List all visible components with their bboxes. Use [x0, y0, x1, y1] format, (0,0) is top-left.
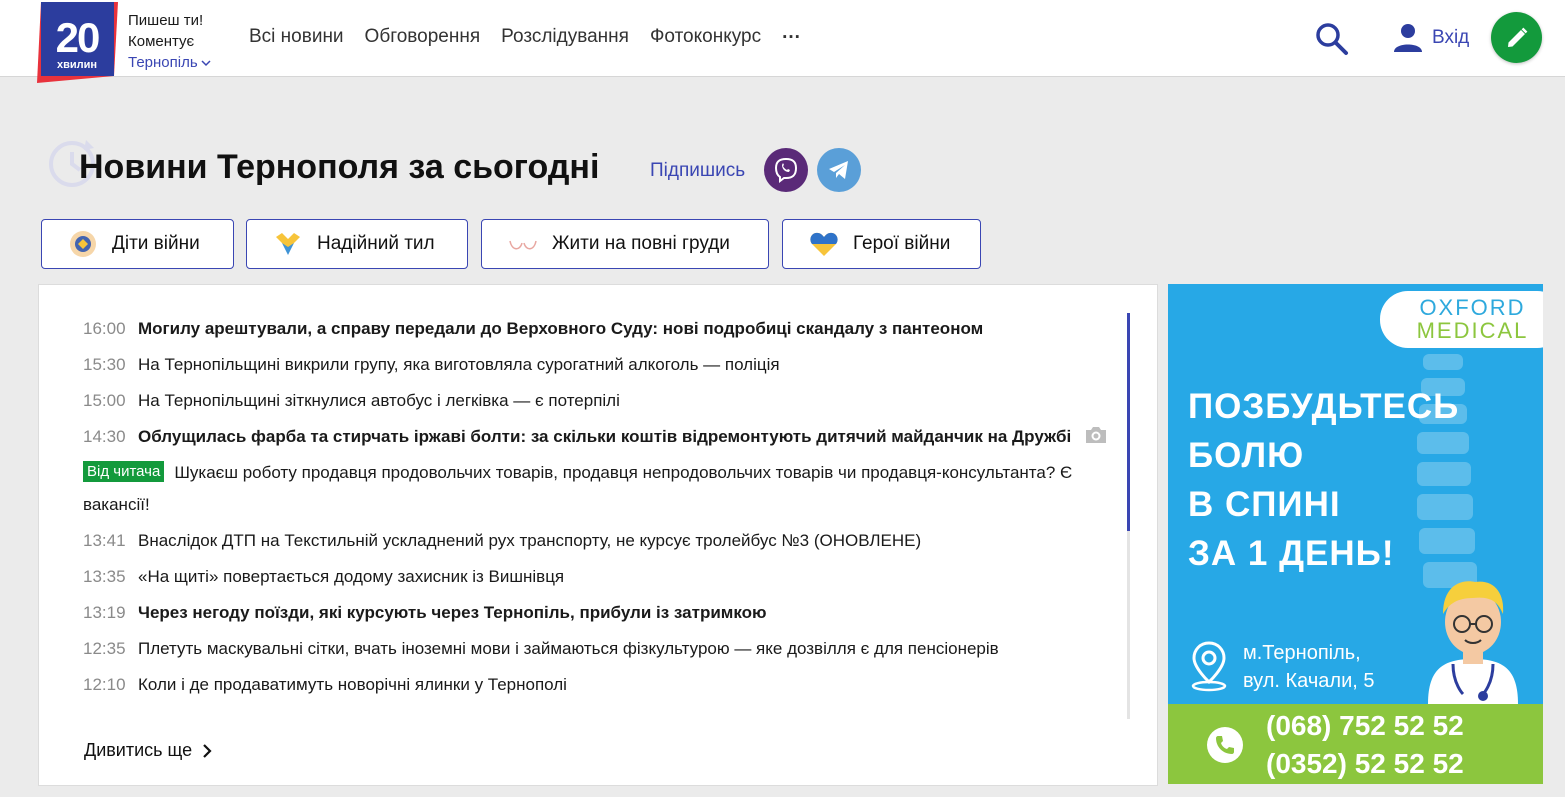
see-more-button[interactable]: Дивитись ще: [84, 740, 212, 761]
ad-headline: ПОЗБУДЬТЕСЬ БОЛЮ В СПИНІ ЗА 1 ДЕНЬ!: [1188, 382, 1459, 578]
logo-word: хвилин: [57, 59, 97, 71]
ad-address-line-2: вул. Качали, 5: [1243, 670, 1375, 692]
news-time: 14:30: [83, 427, 126, 446]
city-label: Тернопіль: [128, 54, 198, 71]
news-time: 13:19: [83, 603, 126, 622]
chevron-right-icon: [203, 743, 212, 758]
news-headline: Могилу арештували, а справу передали до …: [138, 319, 984, 338]
ad-brand-logo: OXFORD MEDICAL: [1380, 291, 1543, 348]
login-label: Вхід: [1432, 27, 1470, 48]
children-of-war-icon: [68, 229, 98, 259]
logo-number: 20: [56, 14, 99, 61]
news-time: 13:41: [83, 531, 126, 550]
news-headline: Внаслідок ДТП на Текстильній ускладнений…: [138, 531, 922, 550]
location-pin-icon: [1191, 641, 1227, 692]
viber-icon: [774, 157, 798, 183]
city-selector[interactable]: Тернопіль: [128, 52, 211, 73]
news-headline: Облущилась фарба та стирчать іржаві болт…: [138, 427, 1072, 446]
news-time: 13:35: [83, 567, 126, 586]
news-headline: Коли і де продаватимуть новорічні ялинки…: [138, 675, 567, 694]
viber-subscribe-button[interactable]: [764, 148, 808, 192]
telegram-subscribe-button[interactable]: [817, 148, 861, 192]
news-time: 16:00: [83, 319, 126, 338]
news-headline: Шукаєш роботу продавця продовольчих това…: [83, 463, 1073, 514]
nav-all-news[interactable]: Всі новини: [249, 26, 344, 48]
tag-label: Діти війни: [112, 233, 200, 254]
news-item[interactable]: 14:30 Облущилась фарба та стирчать іржаві…: [83, 421, 1123, 457]
nav-more[interactable]: ...: [782, 22, 801, 48]
news-item[interactable]: 13:19 Через негоду поїзди, які курсують ч…: [83, 597, 1123, 633]
pencil-icon: [1507, 27, 1527, 47]
slogan: Пишеш ти! Коментує Тернопіль: [128, 10, 211, 73]
news-scrollbar[interactable]: [1127, 313, 1130, 719]
login-button[interactable]: Вхід: [1392, 22, 1469, 54]
news-time: 12:10: [83, 675, 126, 694]
nav-investigations[interactable]: Розслідування: [501, 26, 629, 48]
user-icon: [1394, 24, 1422, 52]
breast-icon: [508, 229, 538, 259]
news-headline: «На щиті» повертається додому захисник і…: [138, 567, 565, 586]
ad-headline-line: БОЛЮ: [1188, 436, 1305, 475]
ad-brand-line-2: MEDICAL: [1416, 318, 1529, 343]
subscribe-label: Підпишись: [650, 160, 746, 181]
news-item[interactable]: 12:10 Коли і де продаватимуть новорічні я…: [83, 669, 1123, 705]
ad-phone-panel: (068) 752 52 52 (0352) 52 52 52: [1168, 704, 1543, 784]
tag-label: Жити на повні груди: [552, 233, 730, 254]
nav-discussions[interactable]: Обговорення: [365, 26, 481, 48]
doctor-illustration: [1428, 581, 1518, 704]
write-news-button[interactable]: [1491, 12, 1542, 63]
tag-breast-health[interactable]: Жити на повні груди: [481, 219, 769, 269]
news-time: 15:30: [83, 355, 126, 374]
slogan-line-1: Пишеш ти!: [128, 12, 204, 29]
ad-phone-2: (0352) 52 52 52: [1266, 748, 1464, 779]
reliable-rear-icon: [273, 229, 303, 259]
chevron-down-icon: [201, 59, 211, 66]
news-headline: Плетуть маскувальні сітки, вчать іноземн…: [138, 639, 999, 658]
news-list[interactable]: 16:00 Могилу арештували, а справу передал…: [83, 313, 1123, 719]
tag-children-of-war[interactable]: Діти війни: [41, 219, 234, 269]
tag-heroes-of-war[interactable]: Герої війни: [782, 219, 981, 269]
news-headline: На Тернопільщині викрили групу, яка виго…: [138, 355, 780, 374]
news-time: 12:35: [83, 639, 126, 658]
tag-label: Герої війни: [853, 233, 951, 254]
nav-photo-contest[interactable]: Фотоконкурс: [650, 26, 761, 48]
news-item[interactable]: 15:00 На Тернопільщині зіткнулися автобус…: [83, 385, 1123, 421]
ad-brand-line-1: OXFORD: [1419, 295, 1526, 320]
advertisement-banner[interactable]: OXFORD MEDICAL ПОЗБУДЬТЕСЬ БОЛЮ В СПИНІ …: [1168, 284, 1543, 784]
search-icon: [1316, 23, 1348, 55]
phone-icon: [1207, 727, 1243, 763]
camera-icon: [1086, 427, 1106, 443]
slogan-line-2: Коментує: [128, 33, 195, 50]
ad-headline-line: ПОЗБУДЬТЕСЬ: [1188, 387, 1460, 426]
news-feed: 16:00 Могилу арештували, а справу передал…: [38, 284, 1158, 786]
main-nav: Всі новини Обговорення Розслідування Фот…: [249, 22, 822, 48]
ad-address-line-1: м.Тернопіль,: [1243, 642, 1361, 664]
ukraine-heart-icon: [809, 229, 839, 259]
news-item[interactable]: 16:00 Могилу арештували, а справу передал…: [83, 313, 1123, 349]
news-item[interactable]: 12:35 Плетуть маскувальні сітки, вчать ін…: [83, 633, 1123, 669]
reader-badge: Від читача: [83, 461, 165, 482]
ad-phone-1: (068) 752 52 52: [1266, 710, 1464, 741]
news-item[interactable]: 15:30 На Тернопільщині викрили групу, яка…: [83, 349, 1123, 385]
site-logo[interactable]: 20 хвилин: [37, 2, 118, 83]
telegram-icon: [829, 161, 848, 179]
tag-reliable-rear[interactable]: Надійний тил: [246, 219, 468, 269]
news-item[interactable]: 13:41 Внаслідок ДТП на Текстильній усклад…: [83, 525, 1123, 561]
search-button[interactable]: [1313, 20, 1351, 58]
tag-label: Надійний тил: [317, 233, 435, 254]
news-headline: Через негоду поїзди, які курсують через …: [138, 603, 767, 622]
see-more-label: Дивитись ще: [84, 740, 193, 760]
news-item[interactable]: Від читача Шукаєш роботу продавця продово…: [83, 457, 1123, 525]
news-headline: На Тернопільщині зіткнулися автобус і ле…: [138, 391, 620, 410]
ad-address: м.Тернопіль, вул. Качали, 5: [1243, 639, 1374, 695]
news-time: 15:00: [83, 391, 126, 410]
news-scrollbar-thumb[interactable]: [1127, 313, 1130, 531]
news-item[interactable]: 13:35 «На щиті» повертається додому захис…: [83, 561, 1123, 597]
ad-headline-line: В СПИНІ: [1188, 485, 1341, 524]
page-title: Новини Тернополя за сьогодні: [79, 148, 600, 186]
site-header: 20 хвилин Пишеш ти! Коментує Тернопіль В…: [0, 0, 1565, 83]
